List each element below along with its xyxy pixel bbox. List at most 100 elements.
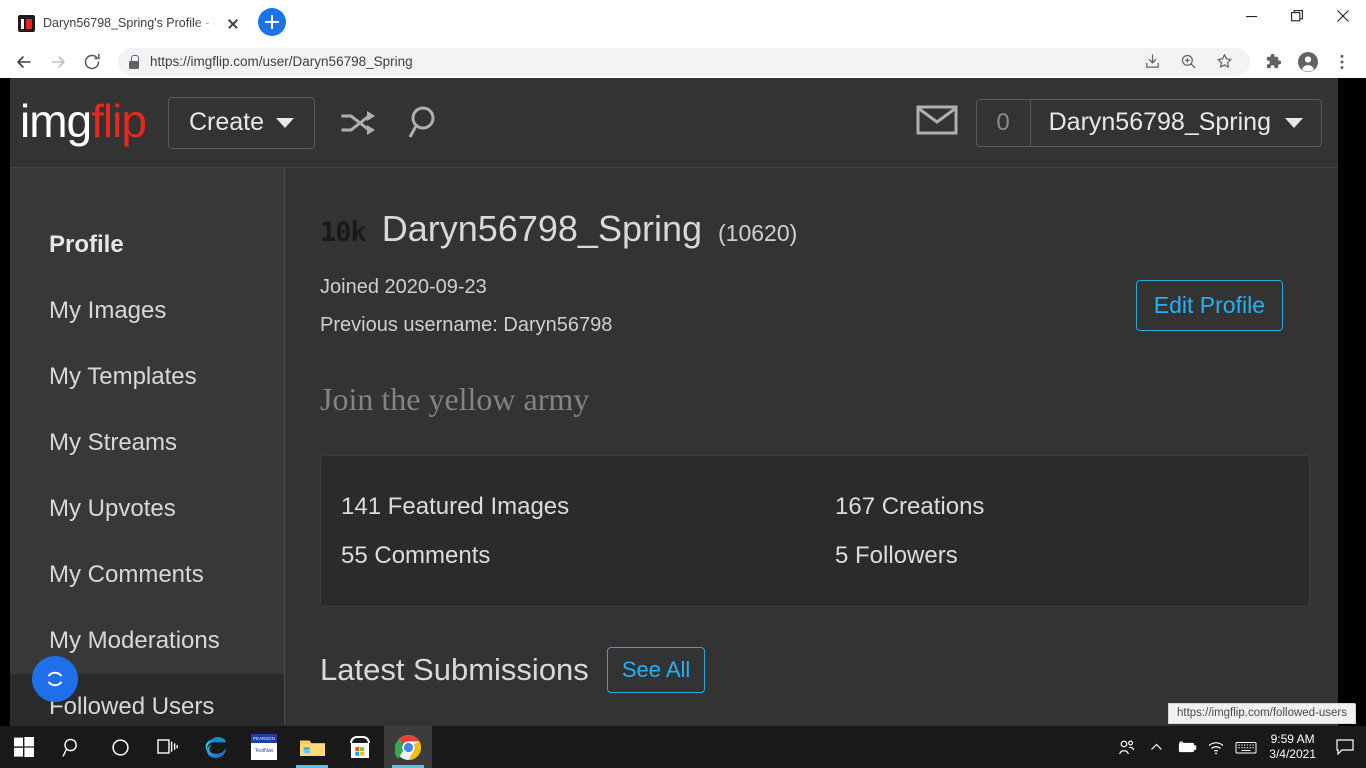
cortana-icon[interactable] <box>96 726 144 768</box>
imgflip-favicon-icon <box>18 14 35 32</box>
feedback-button[interactable] <box>32 656 78 702</box>
lock-icon <box>128 55 140 69</box>
page-left-gutter <box>0 78 10 726</box>
sidebar-item-my-images[interactable]: My Images <box>10 278 284 344</box>
taskbar: PEARSON TestNav 9:59 AM 3/4/2021 <box>0 726 1366 768</box>
site-header: imgflip Create 0 Daryn56798_Spring <box>10 78 1338 168</box>
profile-avatar-icon[interactable] <box>1292 46 1324 78</box>
chevron-down-icon <box>275 117 294 128</box>
sidebar-item-label: My Templates <box>49 363 197 390</box>
tab-strip: Daryn56798_Spring's Profile - Im <box>0 0 1366 40</box>
see-all-button[interactable]: See All <box>606 647 706 693</box>
search-icon[interactable] <box>407 104 445 142</box>
create-button-label: Create <box>188 108 264 136</box>
profile-points: (10620) <box>718 220 798 246</box>
imgflip-logo[interactable]: imgflip <box>20 94 147 148</box>
tab-title: Daryn56798_Spring's Profile - Im <box>43 16 216 30</box>
account-menu[interactable]: 0 Daryn56798_Spring <box>975 98 1322 147</box>
sidebar: Profile My Images My Templates My Stream… <box>10 168 285 726</box>
restore-button[interactable] <box>1274 0 1320 32</box>
edge-icon[interactable] <box>192 726 240 768</box>
sidebar-item-my-templates[interactable]: My Templates <box>10 344 284 410</box>
clock-time: 9:59 AM <box>1270 732 1315 746</box>
mail-icon[interactable] <box>916 104 958 141</box>
task-view-icon[interactable] <box>144 726 192 768</box>
sidebar-item-label: Profile <box>49 231 124 258</box>
address-bar-url: https://imgflip.com/user/Daryn56798_Spri… <box>150 54 413 69</box>
start-button[interactable] <box>0 726 48 768</box>
profile-username: Daryn56798_Spring <box>381 208 703 249</box>
show-hidden-icons-icon[interactable] <box>1141 726 1171 768</box>
sidebar-item-label: Followed Users <box>49 693 215 720</box>
profile-stats-box: 141 Featured Images 167 Creations 55 Com… <box>320 455 1310 607</box>
browser-tab[interactable]: Daryn56798_Spring's Profile - Im <box>8 6 248 40</box>
create-button[interactable]: Create <box>167 96 315 149</box>
rank-badge: 10k <box>320 217 367 248</box>
wifi-icon[interactable] <box>1201 726 1231 768</box>
close-window-button[interactable] <box>1320 0 1366 32</box>
file-explorer-icon[interactable] <box>288 726 336 768</box>
sidebar-item-my-streams[interactable]: My Streams <box>10 410 284 476</box>
sidebar-item-label: My Images <box>49 297 167 324</box>
sidebar-item-label: My Comments <box>49 561 204 588</box>
chrome-icon[interactable] <box>384 726 432 768</box>
shuffle-icon[interactable] <box>339 108 383 138</box>
microsoft-store-icon[interactable] <box>336 726 384 768</box>
edit-profile-button[interactable]: Edit Profile <box>1135 280 1283 331</box>
browser-window: Daryn56798_Spring's Profile - Im https:/… <box>0 0 1366 726</box>
clock[interactable]: 9:59 AM 3/4/2021 <box>1261 732 1328 762</box>
close-tab-icon[interactable] <box>224 14 242 32</box>
sidebar-item-label: My Upvotes <box>49 495 176 522</box>
pearson-testnav-tile: PEARSON TestNav <box>251 734 277 760</box>
stat-followers[interactable]: 5 Followers <box>815 531 1309 580</box>
sidebar-item-my-upvotes[interactable]: My Upvotes <box>10 476 284 542</box>
latest-submissions-title: Latest Submissions <box>320 652 589 687</box>
header-right: 0 Daryn56798_Spring <box>916 98 1338 147</box>
profile-tagline: Join the yellow army <box>320 381 590 417</box>
address-bar[interactable]: https://imgflip.com/user/Daryn56798_Spri… <box>118 46 1250 78</box>
sidebar-item-label: My Streams <box>49 429 178 456</box>
stat-comments[interactable]: 55 Comments <box>321 531 815 580</box>
system-tray: 9:59 AM 3/4/2021 <box>1111 726 1366 768</box>
back-icon[interactable] <box>8 46 40 78</box>
pearson-app: TestNav <box>254 748 274 754</box>
people-icon[interactable] <box>1111 726 1141 768</box>
bookmark-star-icon[interactable] <box>1208 46 1240 78</box>
stat-featured-images[interactable]: 141 Featured Images <box>321 482 815 531</box>
chrome-menu-icon[interactable] <box>1326 46 1358 78</box>
battery-charging-icon[interactable] <box>1171 726 1201 768</box>
latest-submissions-row: Latest Submissions See All <box>320 647 1338 693</box>
forward-icon[interactable] <box>42 46 74 78</box>
keyboard-icon[interactable] <box>1231 726 1261 768</box>
account-name-label: Daryn56798_Spring <box>1048 108 1271 136</box>
sidebar-item-label: My Moderations <box>49 627 220 654</box>
pearson-brand: PEARSON <box>251 734 277 743</box>
chevron-down-icon <box>1285 117 1303 128</box>
pearson-testnav-icon[interactable]: PEARSON TestNav <box>240 726 288 768</box>
reload-icon[interactable] <box>76 46 108 78</box>
page-right-gutter <box>1338 78 1366 726</box>
profile-content: 10k Daryn56798_Spring (10620) Joined 202… <box>285 168 1338 725</box>
sidebar-item-my-comments[interactable]: My Comments <box>10 542 284 608</box>
status-bubble: https://imgflip.com/followed-users <box>1168 703 1357 724</box>
page-content: imgflip Create 0 Daryn56798_Spring Profi… <box>10 78 1338 726</box>
clock-date: 3/4/2021 <box>1269 747 1316 761</box>
new-tab-button[interactable] <box>258 8 286 36</box>
site-body: Profile My Images My Templates My Stream… <box>10 168 1338 726</box>
taskbar-search-icon[interactable] <box>48 726 96 768</box>
logo-img-part: img <box>20 94 92 147</box>
logo-flip-part: flip <box>91 94 147 147</box>
omnibox-actions <box>1136 46 1240 78</box>
web-page: imgflip Create 0 Daryn56798_Spring Profi… <box>0 78 1366 726</box>
zoom-icon[interactable] <box>1172 46 1204 78</box>
action-center-icon[interactable] <box>1328 726 1362 768</box>
notification-count[interactable]: 0 <box>977 99 1031 146</box>
sidebar-item-profile[interactable]: Profile <box>10 212 284 278</box>
install-icon[interactable] <box>1136 46 1168 78</box>
minimize-button[interactable] <box>1228 0 1274 32</box>
stat-creations[interactable]: 167 Creations <box>815 482 1309 531</box>
extensions-puzzle-icon[interactable] <box>1258 46 1290 78</box>
account-name-button[interactable]: Daryn56798_Spring <box>1031 100 1321 146</box>
window-controls <box>1228 0 1366 32</box>
profile-title-row: 10k Daryn56798_Spring (10620) <box>320 208 1338 250</box>
